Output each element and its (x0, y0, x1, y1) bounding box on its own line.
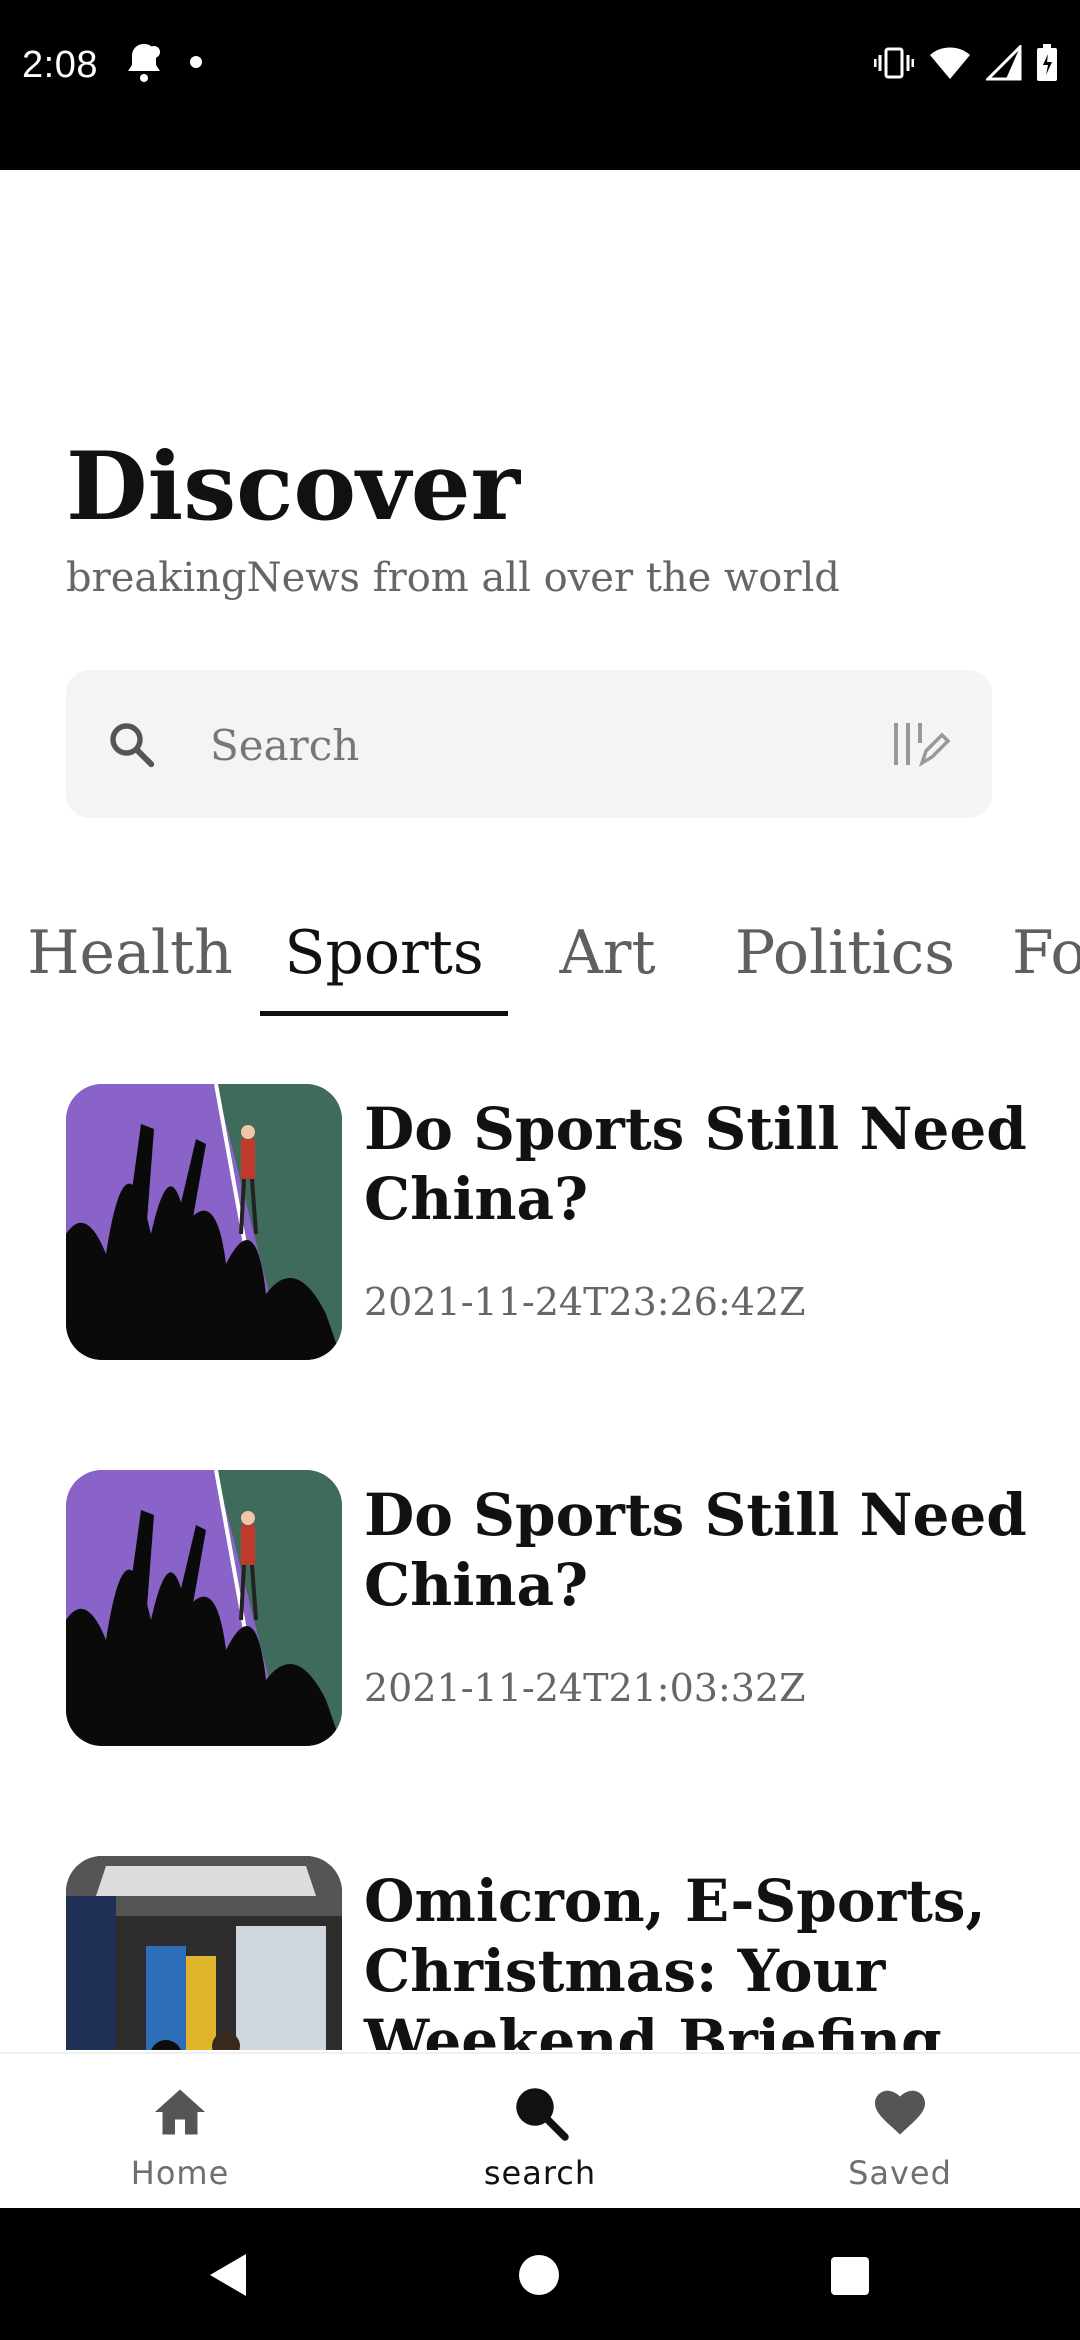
article-thumbnail[interactable] (66, 1084, 342, 1360)
status-right-icons (874, 44, 1058, 82)
tab-art[interactable]: Art (540, 905, 675, 1017)
nav-saved[interactable]: Saved (720, 2054, 1080, 2210)
heart-icon (875, 2090, 925, 2135)
article-image (66, 1084, 342, 1360)
page-subtitle: breakingNews from all over the world (66, 555, 840, 601)
notification-bell-icon (128, 44, 160, 82)
tab-politics[interactable]: Politics (730, 905, 960, 1017)
nav-home-label: Home (130, 2154, 230, 2192)
status-bar: 2:08 (0, 0, 1080, 170)
tab-health[interactable]: Health (20, 905, 240, 1017)
article-title[interactable]: Do Sports Still Need China? (364, 1094, 1034, 1234)
tab-indicator (260, 1011, 508, 1016)
cell-signal-icon (986, 45, 1022, 81)
search-input[interactable] (208, 670, 912, 820)
recents-icon[interactable] (830, 2256, 870, 2296)
article-date: 2021-11-24T23:26:42Z (364, 1280, 806, 1324)
nav-home[interactable]: Home (0, 2054, 360, 2210)
bottom-navigation: Home search Saved (0, 2052, 1080, 2210)
article-image (66, 1470, 342, 1746)
home-icon (155, 2089, 205, 2135)
search-icon (110, 723, 155, 768)
vibrate-icon (874, 47, 914, 79)
article-title[interactable]: Omicron, E-Sports, Christmas: Your Weeke… (364, 1866, 1034, 2050)
dot-icon (190, 56, 202, 68)
article-list[interactable]: Do Sports Still Need China? 2021-11-24T2… (0, 1050, 1080, 2050)
status-left-icons (122, 40, 204, 84)
tab-food[interactable]: Fo (1012, 905, 1080, 1017)
nav-saved-label: Saved (848, 2154, 952, 2192)
article-card[interactable]: Omicron, E-Sports, Christmas: Your Weeke… (66, 1856, 1046, 2050)
article-thumbnail[interactable] (66, 1856, 342, 2050)
article-card[interactable]: Do Sports Still Need China? 2021-11-24T2… (66, 1470, 1046, 1746)
home-circle-icon[interactable] (518, 2254, 560, 2296)
wifi-icon (930, 47, 970, 79)
page-header: Discover breakingNews from all over the … (66, 440, 840, 600)
filter-icon[interactable] (892, 719, 950, 769)
article-card[interactable]: Do Sports Still Need China? 2021-11-24T2… (66, 1084, 1046, 1360)
article-date: 2021-11-24T21:03:32Z (364, 1666, 806, 1710)
back-icon[interactable] (206, 2252, 250, 2298)
system-navigation-bar (0, 2208, 1080, 2340)
status-time: 2:08 (22, 44, 98, 86)
nav-search-label: search (483, 2154, 597, 2192)
article-image (66, 1856, 342, 2050)
search-bar[interactable] (66, 670, 992, 820)
article-title[interactable]: Do Sports Still Need China? (364, 1480, 1034, 1620)
search-icon (516, 2088, 569, 2141)
battery-icon (1037, 44, 1057, 81)
article-thumbnail[interactable] (66, 1470, 342, 1746)
category-tabs: Health Sports Art Politics Fo (0, 905, 1080, 1025)
page-title: Discover (66, 432, 521, 542)
nav-search[interactable]: search (360, 2054, 720, 2210)
tab-sports[interactable]: Sports (260, 905, 508, 1017)
